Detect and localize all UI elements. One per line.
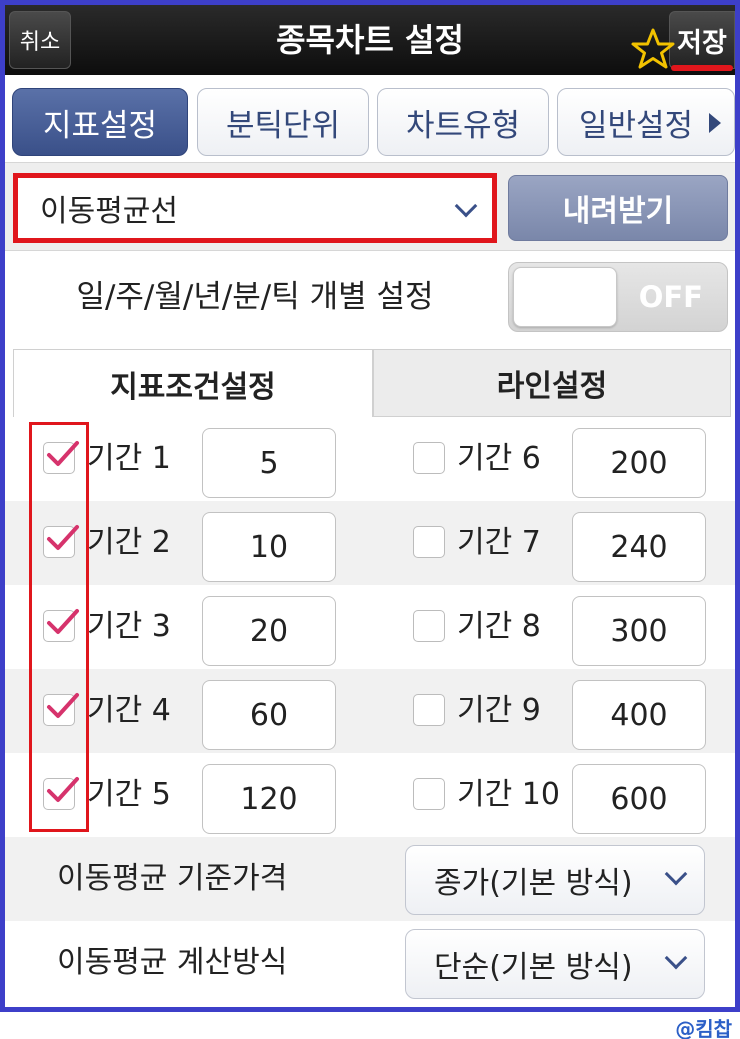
period-6-input[interactable]: 200 bbox=[572, 428, 706, 498]
period-7-checkbox[interactable] bbox=[413, 526, 445, 558]
period-9-checkbox[interactable] bbox=[413, 694, 445, 726]
indicator-select-row: 이동평균선 내려받기 bbox=[5, 163, 735, 251]
period-4-label: 기간 4 bbox=[87, 693, 171, 728]
price-basis-row: 이동평균 기준가격 종가(기본 방식) bbox=[5, 837, 735, 921]
indicator-subtabs: 지표조건설정 라인설정 bbox=[5, 343, 735, 417]
period-5-input[interactable]: 120 bbox=[202, 764, 336, 834]
period-6-label: 기간 6 bbox=[457, 441, 541, 476]
star-icon bbox=[631, 28, 675, 69]
checked-periods-highlight bbox=[29, 422, 89, 832]
period-8-input[interactable]: 300 bbox=[572, 596, 706, 666]
indicator-dropdown-value: 이동평균선 bbox=[40, 194, 178, 229]
period-5-label: 기간 5 bbox=[87, 777, 171, 812]
period-1-input[interactable]: 5 bbox=[202, 428, 336, 498]
table-row: 기간 1 5 기간 6 200 bbox=[5, 417, 735, 501]
indicator-dropdown[interactable]: 이동평균선 bbox=[13, 173, 497, 243]
period-8-checkbox[interactable] bbox=[413, 610, 445, 642]
period-9-input[interactable]: 400 bbox=[572, 680, 706, 750]
table-row: 기간 5 120 기간 10 600 bbox=[5, 753, 735, 837]
tab-line-settings[interactable]: 라인설정 bbox=[373, 349, 731, 417]
period-3-input[interactable]: 20 bbox=[202, 596, 336, 666]
period-2-input[interactable]: 10 bbox=[202, 512, 336, 582]
period-10-label: 기간 10 bbox=[457, 777, 560, 812]
toggle-state-text: OFF bbox=[638, 280, 703, 314]
scroll-right-icon[interactable] bbox=[709, 113, 721, 133]
tab-chart-type[interactable]: 차트유형 bbox=[377, 88, 549, 156]
period-1-label: 기간 1 bbox=[87, 441, 171, 476]
tab-minute-tick-unit[interactable]: 분틱단위 bbox=[197, 88, 369, 156]
chevron-down-icon bbox=[664, 946, 688, 970]
period-2-label: 기간 2 bbox=[87, 525, 171, 560]
table-row: 기간 2 10 기간 7 240 bbox=[5, 501, 735, 585]
calc-method-row: 이동평균 계산방식 단순(기본 방식) bbox=[5, 921, 735, 1005]
period-4-input[interactable]: 60 bbox=[202, 680, 336, 750]
save-button[interactable]: 저장 bbox=[669, 11, 735, 69]
calc-method-label: 이동평균 계산방식 bbox=[57, 945, 288, 980]
save-highlight-underline bbox=[671, 65, 733, 71]
header-bar: 취소 종목차트 설정 저장 bbox=[5, 5, 735, 75]
period-3-label: 기간 3 bbox=[87, 609, 171, 644]
individual-setting-toggle[interactable]: OFF bbox=[508, 262, 728, 332]
calc-method-dropdown[interactable]: 단순(기본 방식) bbox=[405, 929, 705, 999]
download-button[interactable]: 내려받기 bbox=[508, 175, 728, 241]
price-basis-label: 이동평균 기준가격 bbox=[57, 861, 288, 896]
period-7-input[interactable]: 240 bbox=[572, 512, 706, 582]
watermark: @킴찹 bbox=[675, 1017, 732, 1039]
period-10-checkbox[interactable] bbox=[413, 778, 445, 810]
calc-method-value: 단순(기본 방식) bbox=[434, 950, 633, 985]
chevron-down-icon bbox=[454, 194, 478, 218]
table-row: 기간 3 20 기간 8 300 bbox=[5, 585, 735, 669]
price-basis-value: 종가(기본 방식) bbox=[434, 866, 633, 901]
period-6-checkbox[interactable] bbox=[413, 442, 445, 474]
period-8-label: 기간 8 bbox=[457, 609, 541, 644]
period-10-input[interactable]: 600 bbox=[572, 764, 706, 834]
page-title: 종목차트 설정 bbox=[276, 21, 464, 59]
individual-setting-row: 일/주/월/년/분/틱 개별 설정 OFF bbox=[5, 251, 735, 343]
period-9-label: 기간 9 bbox=[457, 693, 541, 728]
period-7-label: 기간 7 bbox=[457, 525, 541, 560]
toggle-knob[interactable] bbox=[513, 267, 617, 327]
chevron-down-icon bbox=[664, 862, 688, 886]
app-frame: 취소 종목차트 설정 저장 지표설정 분틱단위 차트유형 일반설정 이동평균선 … bbox=[0, 0, 740, 1012]
individual-setting-label: 일/주/월/년/분/틱 개별 설정 bbox=[76, 279, 434, 315]
settings-tabs: 지표설정 분틱단위 차트유형 일반설정 bbox=[5, 75, 735, 163]
price-basis-dropdown[interactable]: 종가(기본 방식) bbox=[405, 845, 705, 915]
table-row: 기간 4 60 기간 9 400 bbox=[5, 669, 735, 753]
tab-indicator-settings[interactable]: 지표설정 bbox=[12, 88, 188, 156]
tab-indicator-condition[interactable]: 지표조건설정 bbox=[13, 349, 373, 417]
